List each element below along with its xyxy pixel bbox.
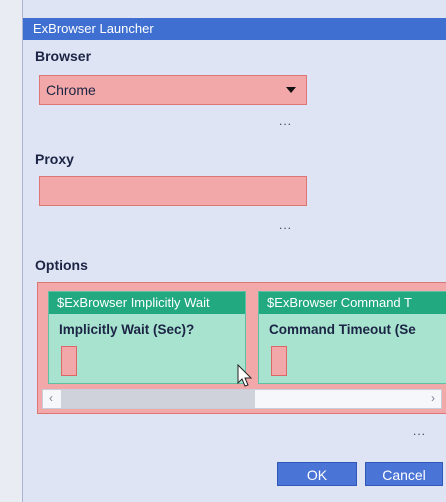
- option-card-header: $ExBrowser Command T: [259, 292, 446, 314]
- options-panel: $ExBrowser Implicitly Wait Implicitly Wa…: [37, 282, 446, 414]
- ok-button[interactable]: OK: [277, 462, 357, 486]
- chevron-down-icon: [286, 87, 296, 93]
- browser-label: Browser: [35, 48, 92, 64]
- proxy-more-button[interactable]: ...: [279, 218, 292, 232]
- browser-more-button[interactable]: ...: [279, 114, 292, 128]
- option-card-label: Command Timeout (Se: [269, 322, 416, 337]
- mouse-pointer-icon: [237, 364, 253, 387]
- command-timeout-input[interactable]: [271, 346, 287, 376]
- options-label: Options: [35, 257, 88, 273]
- cancel-button[interactable]: Cancel: [365, 462, 443, 486]
- browser-dropdown[interactable]: Chrome: [39, 75, 307, 105]
- scroll-right-icon[interactable]: ›: [431, 391, 435, 405]
- proxy-label: Proxy: [35, 151, 74, 167]
- proxy-input[interactable]: [39, 176, 307, 206]
- option-card-label: Implicitly Wait (Sec)?: [59, 322, 195, 337]
- option-card-header: $ExBrowser Implicitly Wait: [49, 292, 245, 314]
- option-card-implicitly-wait[interactable]: $ExBrowser Implicitly Wait Implicitly Wa…: [48, 291, 246, 384]
- window-title: ExBrowser Launcher: [23, 18, 446, 40]
- options-more-button[interactable]: ...: [413, 424, 426, 438]
- horizontal-scrollbar[interactable]: ‹ ›: [42, 389, 442, 409]
- browser-selected-value: Chrome: [46, 82, 96, 98]
- implicitly-wait-input[interactable]: [61, 346, 77, 376]
- scrollbar-thumb[interactable]: [61, 390, 255, 408]
- launcher-window: ExBrowser Launcher Browser Chrome ... Pr…: [22, 0, 446, 502]
- scroll-left-icon[interactable]: ‹: [49, 391, 53, 405]
- option-card-command-timeout[interactable]: $ExBrowser Command T Command Timeout (Se: [258, 291, 446, 384]
